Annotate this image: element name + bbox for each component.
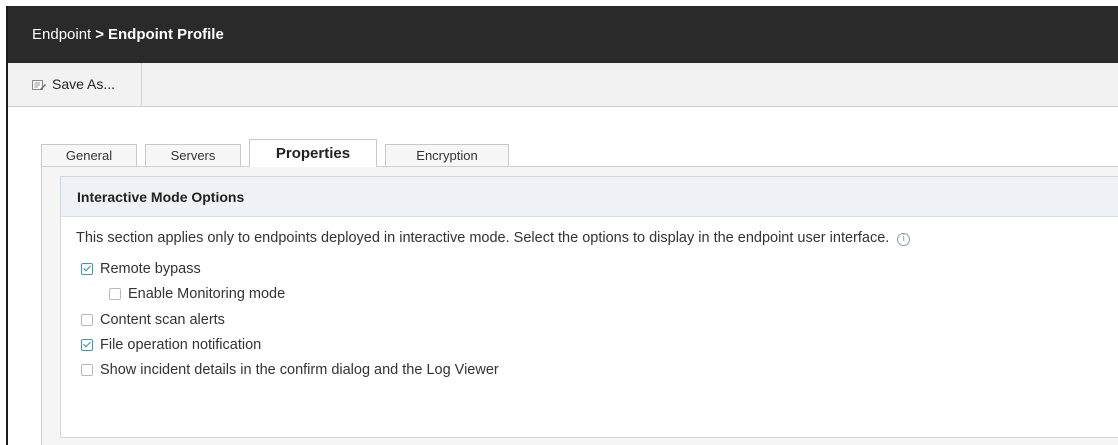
save-as-icon (32, 78, 46, 90)
breadcrumb-separator: > (95, 26, 104, 43)
file-operation-notification-checkbox[interactable] (81, 339, 93, 351)
breadcrumb-endpoint[interactable]: Endpoint (32, 26, 91, 43)
section-title: Interactive Mode Options (61, 177, 1118, 217)
enable-monitoring-mode-checkbox[interactable] (109, 288, 121, 300)
option-label: File operation notification (100, 337, 262, 353)
option-label: Enable Monitoring mode (128, 286, 286, 302)
breadcrumb-current-page: Endpoint Profile (107, 26, 224, 43)
description-text: This section applies only to endpoints d… (76, 230, 890, 246)
option-enable-monitoring-mode[interactable]: Enable Monitoring mode (109, 286, 285, 302)
tab-general[interactable]: General (41, 144, 137, 166)
app-window: Endpoint > Endpoint Profile Save As... G… (6, 6, 1118, 445)
option-show-incident-details[interactable]: Show incident details in the confirm dia… (81, 362, 499, 378)
tab-bar: General Servers Properties Encryption (41, 139, 517, 167)
info-icon[interactable]: i (897, 233, 911, 246)
option-label: Remote bypass (100, 261, 201, 277)
content-scan-alerts-checkbox[interactable] (81, 314, 93, 326)
save-as-label: Save As... (52, 76, 116, 92)
interactive-mode-options-section: Interactive Mode Options This section ap… (60, 176, 1118, 438)
option-label: Content scan alerts (100, 312, 225, 328)
title-bar: Endpoint > Endpoint Profile (8, 6, 1118, 63)
section-description: This section applies only to endpoints d… (76, 230, 911, 246)
toolbar: Save As... (8, 63, 1118, 107)
tab-panel-properties: Interactive Mode Options This section ap… (41, 166, 1118, 445)
option-content-scan-alerts[interactable]: Content scan alerts (81, 312, 225, 328)
show-incident-details-checkbox[interactable] (81, 364, 93, 376)
remote-bypass-checkbox[interactable] (81, 263, 93, 275)
option-file-operation-notification[interactable]: File operation notification (81, 337, 261, 353)
tab-properties[interactable]: Properties (249, 139, 377, 167)
save-as-button[interactable]: Save As... (8, 63, 142, 105)
option-remote-bypass[interactable]: Remote bypass (81, 261, 201, 277)
tab-encryption[interactable]: Encryption (385, 144, 509, 166)
main-content: General Servers Properties Encryption In… (8, 107, 1118, 445)
tab-servers[interactable]: Servers (145, 144, 241, 166)
option-label: Show incident details in the confirm dia… (100, 362, 499, 378)
